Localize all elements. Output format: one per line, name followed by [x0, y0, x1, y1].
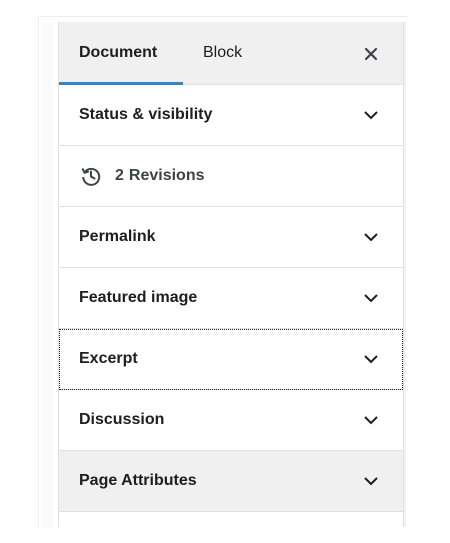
panel-status-visibility[interactable]: Status & visibility — [59, 85, 403, 146]
frame-line-top — [38, 16, 408, 17]
chevron-down-icon — [359, 469, 383, 493]
revisions-label: Revisions — [128, 167, 205, 184]
panel-discussion[interactable]: Discussion — [59, 390, 403, 451]
tab-block[interactable]: Block — [203, 22, 283, 84]
panel-page-attributes[interactable]: Page Attributes — [59, 451, 403, 512]
settings-sidebar: Document Block Status & visibility 2 Rev… — [58, 22, 404, 527]
revision-history-icon — [79, 164, 103, 188]
panel-label: Excerpt — [79, 350, 138, 367]
panel-label: Discussion — [79, 411, 165, 428]
chevron-down-icon — [359, 286, 383, 310]
chevron-down-icon — [359, 225, 383, 249]
frame-line-left — [38, 16, 39, 528]
tab-block-label: Block — [203, 44, 243, 61]
scrollbar-track[interactable] — [42, 22, 94, 527]
panel-next-partial[interactable] — [59, 512, 403, 528]
tab-document[interactable]: Document — [59, 22, 183, 85]
sidebar-tabs: Document Block — [59, 22, 403, 85]
panel-label: Page Attributes — [79, 472, 197, 489]
tab-document-label: Document — [79, 44, 158, 61]
close-icon — [364, 47, 378, 61]
sidebar-right-edge — [404, 22, 406, 527]
close-sidebar-button[interactable] — [355, 38, 387, 70]
chevron-down-icon — [359, 103, 383, 127]
panel-label: Featured image — [79, 289, 198, 306]
revisions-text: 2 Revisions — [115, 167, 205, 185]
panel-featured-image[interactable]: Featured image — [59, 268, 403, 329]
panel-label: Permalink — [79, 228, 156, 245]
panel-excerpt[interactable]: Excerpt — [59, 329, 403, 390]
chevron-down-icon — [359, 347, 383, 371]
revisions-count: 2 — [115, 167, 124, 184]
revisions-link[interactable]: 2 Revisions — [59, 146, 403, 207]
panel-permalink[interactable]: Permalink — [59, 207, 403, 268]
editor-screenshot: Document Block Status & visibility 2 Rev… — [0, 0, 450, 543]
panel-label: Status & visibility — [79, 106, 213, 123]
chevron-down-icon — [359, 408, 383, 432]
